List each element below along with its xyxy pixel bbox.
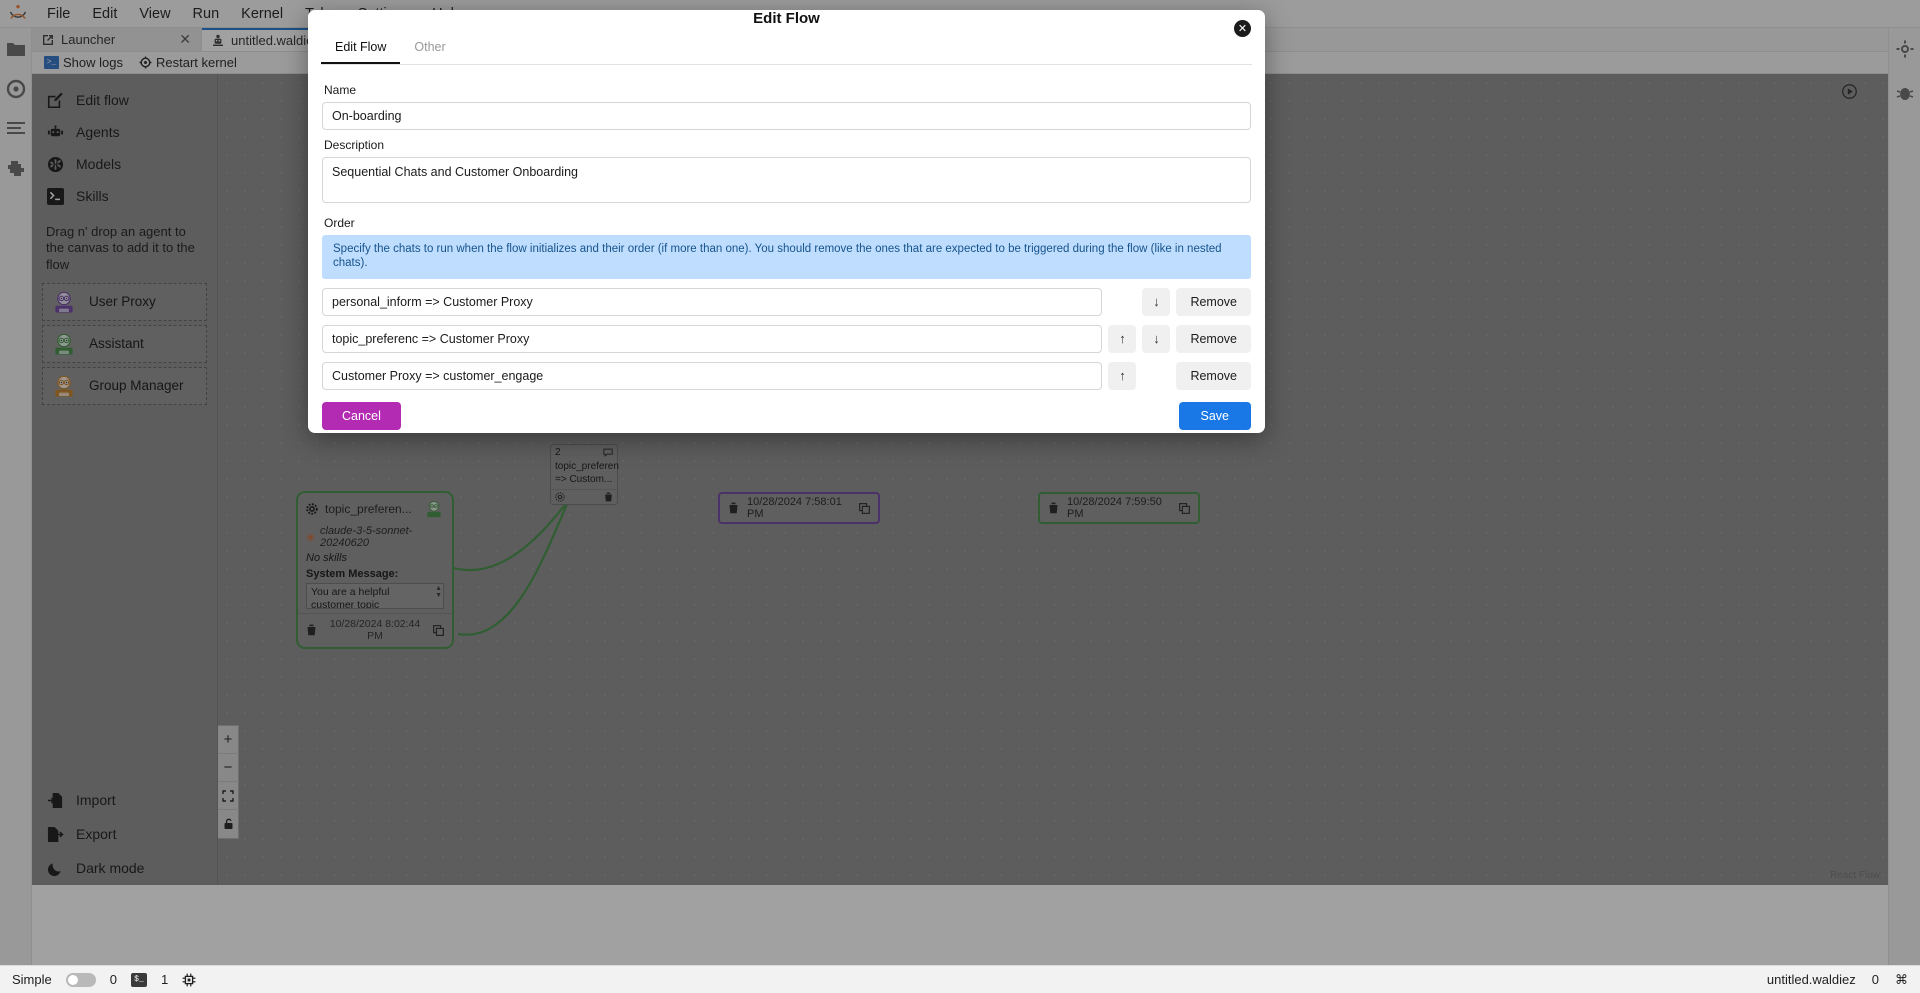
save-button[interactable]: Save [1179,402,1252,430]
simple-mode-label: Simple [12,972,52,987]
modal-tabs: Edit Flow Other [321,34,1252,65]
cancel-button[interactable]: Cancel [322,402,401,430]
order-remove-button[interactable]: Remove [1176,325,1251,353]
modal-header: Edit Flow ✕ [308,10,1265,27]
order-move-up-button[interactable]: ↑ [1108,362,1136,390]
tab-edit-flow[interactable]: Edit Flow [321,34,400,64]
order-row: ↑ ↓ Remove [322,325,1251,353]
status-right-count: 0 [1872,972,1879,987]
app-root: File Edit View Run Kernel Tabs Settings … [0,0,1920,993]
edit-flow-modal: Edit Flow ✕ Edit Flow Other Name Descrip… [308,10,1265,433]
status-filename: untitled.waldiez [1767,972,1856,987]
tab-other[interactable]: Other [400,34,459,64]
kernel-count: 0 [110,972,117,987]
status-bar: Simple 0 $_ 1 untitled.waldiez 0 ⌘ [0,965,1920,993]
description-input[interactable]: Sequential Chats and Customer Onboarding [322,157,1251,203]
name-input[interactable] [322,102,1251,130]
status-bar-right: untitled.waldiez 0 ⌘ [1767,972,1908,988]
order-move-up-button[interactable]: ↑ [1108,325,1136,353]
order-input[interactable] [322,325,1102,353]
order-up-spacer [1108,288,1136,316]
order-row: ↑ Remove [322,362,1251,390]
order-move-down-button[interactable]: ↓ [1142,288,1170,316]
order-down-spacer [1142,362,1170,390]
order-row: ↓ Remove [322,288,1251,316]
simple-mode-toggle[interactable] [66,973,96,987]
order-move-down-button[interactable]: ↓ [1142,325,1170,353]
description-label: Description [324,138,1251,152]
cpu-icon[interactable] [182,973,196,987]
modal-title: Edit Flow [753,10,820,27]
modal-body: Name Description Sequential Chats and Cu… [308,65,1265,390]
order-remove-button[interactable]: Remove [1176,288,1251,316]
order-info-banner: Specify the chats to run when the flow i… [322,235,1251,279]
order-remove-button[interactable]: Remove [1176,362,1251,390]
terminal-count: 1 [161,972,168,987]
close-icon[interactable]: ✕ [1234,20,1251,37]
terminal-icon[interactable]: $_ [131,973,147,987]
name-label: Name [324,83,1251,97]
order-input[interactable] [322,288,1102,316]
order-input[interactable] [322,362,1102,390]
order-label: Order [324,216,1251,230]
modal-footer: Cancel Save [308,390,1265,444]
status-right-badge[interactable]: ⌘ [1895,972,1908,988]
